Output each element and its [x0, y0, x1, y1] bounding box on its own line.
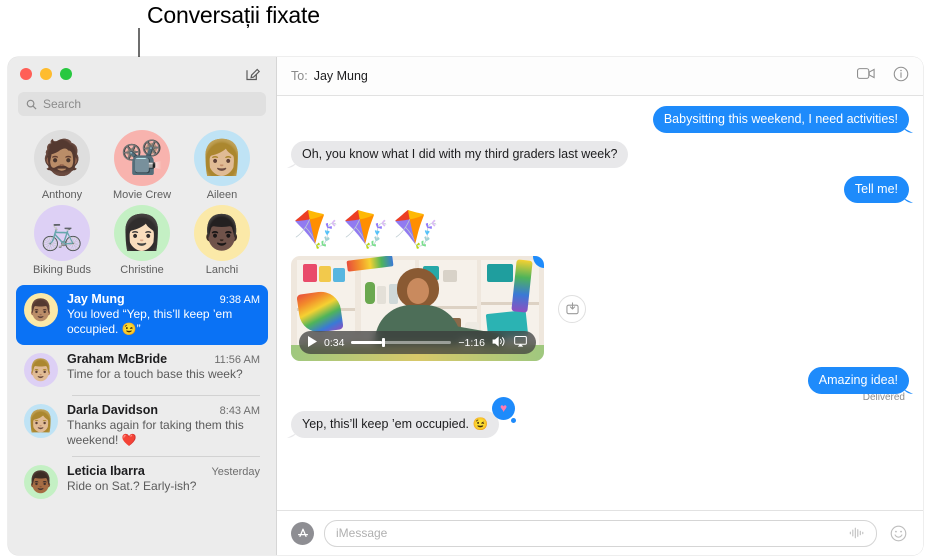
avatar: 👨🏼 — [24, 353, 58, 387]
conversation-name: Jay Mung — [67, 292, 125, 306]
message-list[interactable]: Babysitting this weekend, I need activit… — [277, 96, 923, 510]
conversation-preview: Time for a touch base this week? — [67, 367, 243, 381]
conversation-name: Graham McBride — [67, 352, 168, 366]
message-row-outgoing: Tell me! — [291, 176, 909, 203]
avatar: 👨🏾 — [24, 465, 58, 499]
pinned-label: Anthony — [41, 189, 83, 201]
audio-waveform-icon[interactable] — [849, 526, 865, 540]
conversation-time: Yesterday — [211, 466, 260, 478]
video-progress-fill — [351, 341, 383, 344]
avatar: 👨🏿 — [194, 205, 250, 261]
conversation-row-graham-mcbride[interactable]: 👨🏼 Graham McBride 11:56 AM Time for a to… — [16, 345, 268, 395]
message-bubble[interactable]: Amazing idea! — [807, 367, 909, 394]
pinned-item-aileen[interactable]: 👩🏼 Aileen — [182, 130, 262, 201]
airplay-icon[interactable] — [514, 334, 527, 352]
pinned-item-anthony[interactable]: 🧔🏽 Anthony — [22, 130, 102, 201]
close-button[interactable] — [20, 67, 32, 80]
to-label: To: — [291, 69, 308, 83]
pinned-label: Biking Buds — [32, 264, 92, 276]
avatar: 👩🏼 — [194, 130, 250, 186]
avatar: 👩🏻 — [114, 205, 170, 261]
info-icon[interactable] — [893, 66, 909, 87]
pinned-item-movie-crew[interactable]: 📽️ Movie Crew — [102, 130, 182, 201]
messages-window: Search 🧔🏽 Anthony 📽️ Movie Crew 👩🏼 Ailee… — [8, 57, 923, 555]
conversation-preview: Ride on Sat.? Early-ish? — [67, 479, 197, 493]
app-store-icon[interactable] — [291, 521, 314, 545]
thread-pane: To: Jay Mung Babysitting this weekend, I… — [276, 57, 923, 555]
pinned-label: Aileen — [206, 189, 238, 201]
message-row-incoming: Oh, you know what I did with my third gr… — [291, 141, 909, 168]
header-actions — [857, 66, 909, 87]
conversation-time: 8:43 AM — [219, 405, 260, 417]
message-composer: iMessage — [277, 510, 923, 555]
pinned-item-biking-buds[interactable]: 🚲 Biking Buds — [22, 205, 102, 276]
conversation-time: 11:56 AM — [214, 354, 260, 366]
person-face — [406, 278, 429, 304]
conversation-preview: Thanks again for taking them this weeken… — [67, 418, 244, 447]
search-input[interactable]: Search — [18, 92, 266, 116]
video-elapsed-time: 0:34 — [324, 336, 345, 349]
message-row-outgoing: Babysitting this weekend, I need activit… — [291, 106, 909, 133]
conversation-row-leticia-ibarra[interactable]: 👨🏾 Leticia Ibarra Yesterday Ride on Sat.… — [16, 457, 268, 507]
message-row-incoming: Yep, this’ll keep ’em occupied. 😉 ♥ — [291, 397, 909, 438]
sidebar: Search 🧔🏽 Anthony 📽️ Movie Crew 👩🏼 Ailee… — [8, 57, 276, 555]
video-camera-icon[interactable] — [857, 67, 875, 85]
video-progress-handle[interactable] — [382, 338, 386, 347]
conversation-row-jay-mung[interactable]: 👨🏽 Jay Mung 9:38 AM You loved “Yep, this… — [16, 285, 268, 345]
video-progress-bar[interactable] — [351, 338, 452, 347]
pinned-label: Lanchi — [205, 264, 239, 276]
message-bubble[interactable]: Babysitting this weekend, I need activit… — [652, 106, 909, 133]
conversation-time: 9:38 AM — [219, 294, 260, 306]
callout-label: Conversații fixate — [147, 2, 320, 28]
message-placeholder: iMessage — [336, 526, 388, 540]
search-container: Search — [8, 90, 276, 124]
emoji-message[interactable]: 🪁🪁🪁 — [293, 211, 909, 248]
window-titlebar — [8, 57, 276, 90]
conversation-row-darla-davidson[interactable]: 👩🏼 Darla Davidson 8:43 AM Thanks again f… — [16, 396, 268, 456]
pinned-item-christine[interactable]: 👩🏻 Christine — [102, 205, 182, 276]
emoji-smiley-icon[interactable] — [887, 522, 909, 544]
pinned-label: Movie Crew — [112, 189, 172, 201]
message-row-outgoing: Amazing idea! — [291, 367, 909, 394]
avatar: 👨🏽 — [24, 293, 58, 327]
video-attachment[interactable]: 0:34 −1:16 — [291, 256, 544, 361]
pinned-item-lanchi[interactable]: 👨🏿 Lanchi — [182, 205, 262, 276]
conversation-name: Darla Davidson — [67, 403, 159, 417]
minimize-button[interactable] — [40, 67, 52, 80]
message-input[interactable]: iMessage — [324, 519, 877, 547]
play-icon[interactable] — [308, 334, 317, 352]
thread-header: To: Jay Mung — [277, 57, 923, 96]
delivery-status: Delivered — [862, 392, 905, 403]
avatar: 📽️ — [114, 130, 170, 186]
heart-reaction-badge[interactable]: ♥ — [492, 397, 517, 423]
video-remaining-time: −1:16 — [458, 336, 485, 349]
video-controls[interactable]: 0:34 −1:16 — [299, 331, 536, 354]
message-bubble[interactable]: Tell me! — [843, 176, 909, 203]
search-placeholder: Search — [43, 97, 82, 111]
pinned-conversations: 🧔🏽 Anthony 📽️ Movie Crew 👩🏼 Aileen 🚲 Bik… — [8, 124, 276, 282]
message-bubble[interactable]: Oh, you know what I did with my third gr… — [291, 141, 629, 168]
conversation-name: Leticia Ibarra — [67, 464, 145, 478]
recipient-name[interactable]: Jay Mung — [314, 69, 368, 83]
avatar: 👩🏼 — [24, 404, 58, 438]
search-icon — [26, 99, 37, 110]
message-bubble[interactable]: Yep, this’ll keep ’em occupied. 😉 ♥ — [291, 397, 517, 438]
zoom-button[interactable] — [60, 67, 72, 80]
avatar: 🚲 — [34, 205, 90, 261]
video-message-row: 0:34 −1:16 — [291, 256, 909, 361]
avatar: 🧔🏽 — [34, 130, 90, 186]
conversation-list[interactable]: 👨🏽 Jay Mung 9:38 AM You loved “Yep, this… — [8, 282, 276, 555]
compose-icon[interactable] — [242, 63, 264, 85]
traffic-lights — [20, 67, 72, 80]
pinned-label: Christine — [120, 264, 164, 276]
volume-icon[interactable] — [492, 334, 507, 352]
download-icon[interactable] — [558, 294, 586, 323]
conversation-preview: You loved “Yep, this’ll keep ’em occupie… — [67, 307, 233, 336]
